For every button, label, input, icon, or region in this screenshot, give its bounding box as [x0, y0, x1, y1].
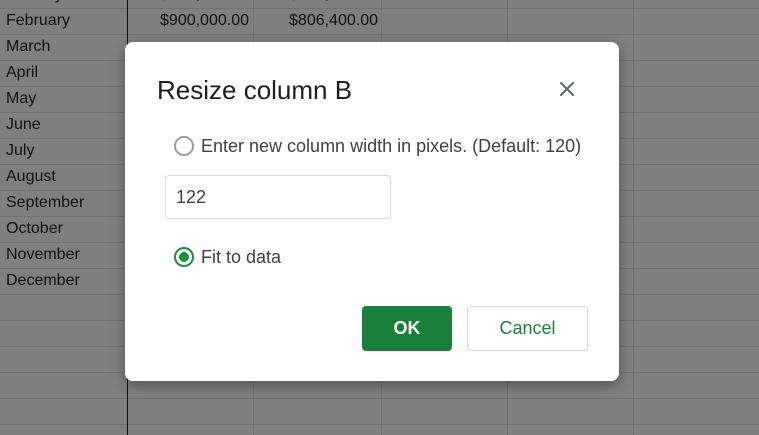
radio-fit-to-data-label[interactable]: Fit to data	[201, 247, 281, 268]
resize-column-dialog: Resize column B Enter new column width i…	[125, 42, 619, 381]
radio-pixels[interactable]	[174, 136, 194, 156]
radio-fit-to-data[interactable]	[174, 247, 194, 267]
column-width-input[interactable]	[165, 175, 391, 219]
radio-pixels-label[interactable]: Enter new column width in pixels. (Defau…	[201, 136, 581, 157]
cancel-button[interactable]: Cancel	[467, 306, 588, 351]
close-icon	[560, 82, 574, 96]
dialog-title: Resize column B	[157, 75, 353, 105]
ok-button[interactable]: OK	[362, 306, 452, 351]
close-button[interactable]	[553, 75, 581, 103]
